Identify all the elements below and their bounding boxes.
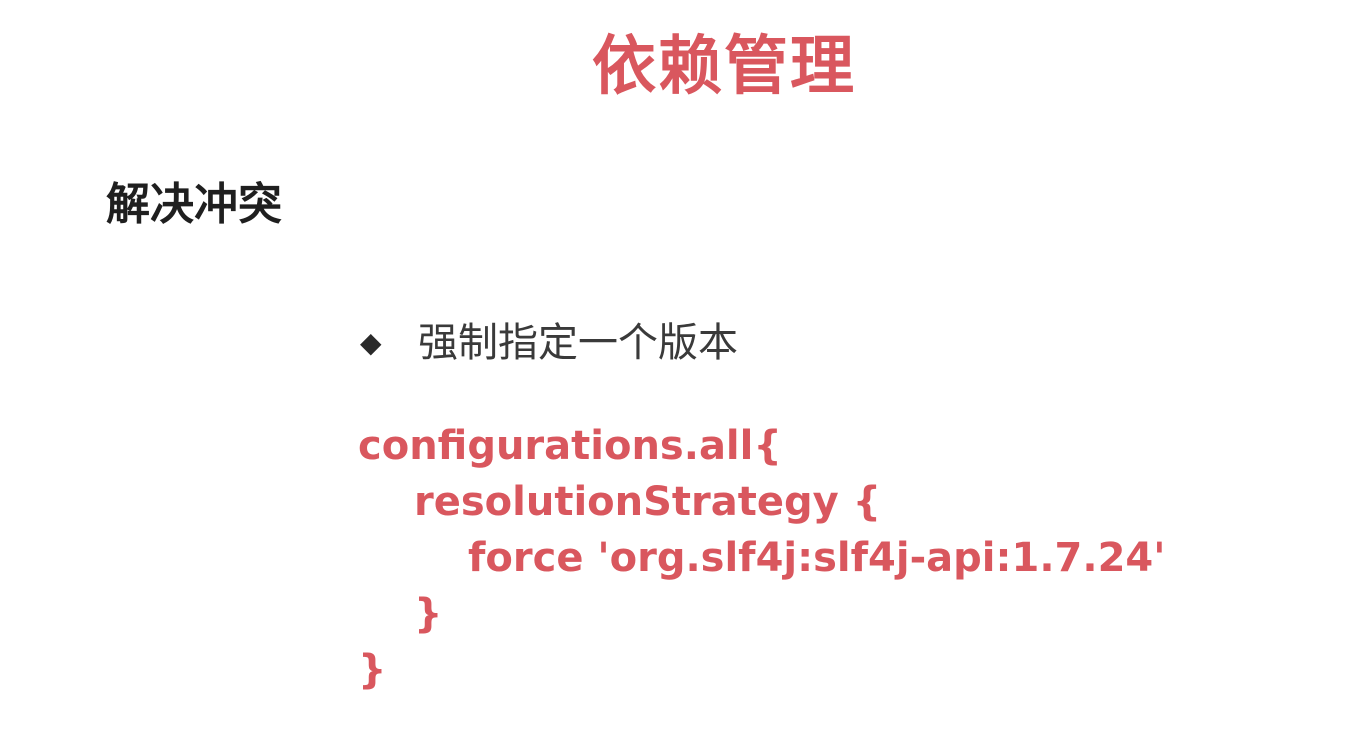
code-line: force 'org.slf4j:slf4j-api:1.7.24' [468, 535, 1166, 581]
bullet-item: ◆ 强制指定一个版本 [360, 316, 738, 370]
section-heading: 解决冲突 [106, 179, 282, 230]
slide-title: 依赖管理 [592, 30, 856, 104]
slide: 依赖管理 解决冲突 ◆ 强制指定一个版本 configurations.all{… [0, 0, 1358, 756]
code-line: } [358, 647, 387, 693]
code-line: } [414, 591, 443, 637]
code-line: resolutionStrategy { [414, 479, 882, 525]
diamond-bullet-icon: ◆ [360, 326, 382, 359]
code-line: configurations.all{ [358, 423, 782, 469]
bullet-text: 强制指定一个版本 [418, 320, 738, 366]
code-block: configurations.all{ resolutionStrategy {… [358, 418, 1165, 698]
